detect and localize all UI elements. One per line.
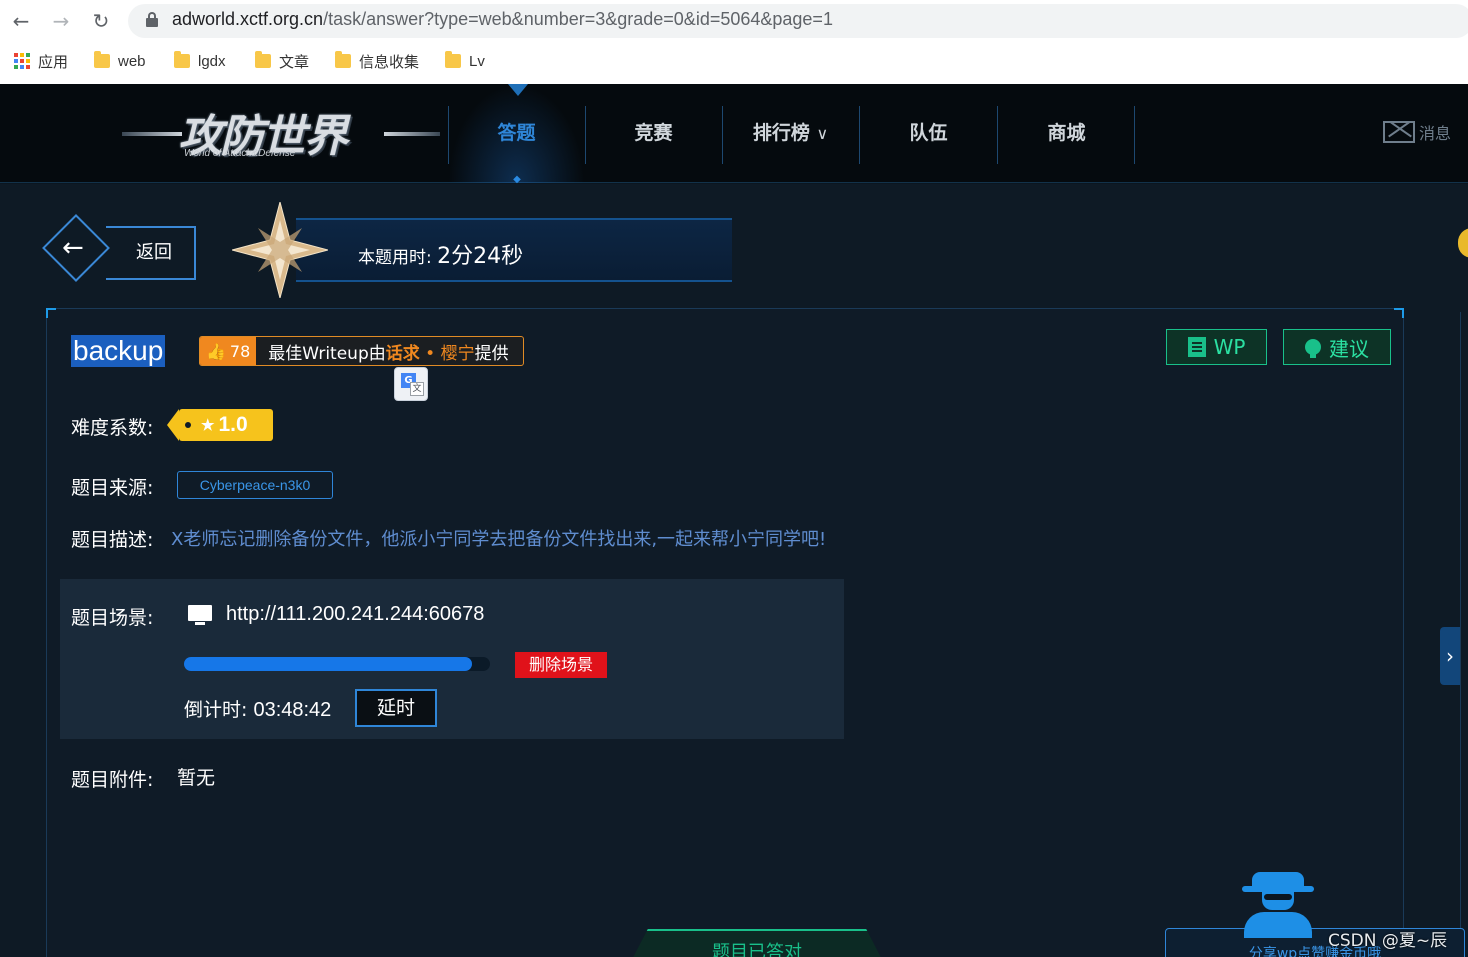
back-label: 返回	[136, 242, 172, 263]
logo-subtitle: World of Attack&Defense	[184, 148, 296, 159]
nav-label: 答题	[497, 122, 536, 144]
lightbulb-icon	[1305, 339, 1321, 358]
nav-competition[interactable]: 竞赛	[585, 84, 722, 183]
task-description: X老师忘记删除备份文件，他派小宁同学去把备份文件找出来,一起来帮小宁同学吧!	[171, 529, 827, 550]
delete-scene-button[interactable]: 删除场景	[515, 652, 607, 678]
writeup-dot: •	[419, 343, 441, 364]
url-host: adworld.xctf.org.cn	[172, 9, 324, 29]
site-logo[interactable]: 攻防世界 World of Attack&Defense	[122, 98, 442, 168]
source-label: 题目来源:	[71, 477, 154, 499]
bookmark-lgdx[interactable]: lgdx	[174, 50, 226, 72]
back-arrow-icon[interactable]: ←	[8, 8, 34, 34]
suggest-label: 建议	[1329, 336, 1369, 361]
nav-ranking[interactable]: 排行榜 ∨	[722, 84, 859, 183]
difficulty-label: 难度系数:	[71, 417, 154, 439]
task-title: backup	[71, 335, 166, 367]
back-button[interactable]: ← 返回	[42, 214, 196, 282]
scene-progress-bar	[184, 657, 490, 671]
address-url[interactable]: adworld.xctf.org.cn/task/answer?type=web…	[172, 9, 833, 30]
bookmark-label: lgdx	[198, 52, 226, 70]
scene-url-link[interactable]: http://111.200.241.244:60678	[226, 603, 484, 626]
csdn-watermark: CSDN @夏~辰	[1328, 931, 1448, 951]
main-area: ← 返回 本题用时: 2分24秒 backup 👍 78 最佳Writeup由话求…	[0, 184, 1468, 957]
nav-label: 队伍	[909, 122, 948, 144]
source-tag[interactable]: Cyberpeace-n3k0	[177, 471, 333, 499]
folder-icon	[335, 51, 351, 68]
writeup-author[interactable]: 樱宁	[441, 344, 475, 364]
nav-answer[interactable]: 答题	[448, 84, 585, 183]
wp-label: WP	[1213, 335, 1246, 359]
task-panel: backup 👍 78 最佳Writeup由话求 • 樱宁提供 G文 WP 建议 …	[46, 308, 1404, 957]
bookmark-label: 文章	[279, 53, 310, 71]
mail-icon	[1383, 121, 1415, 143]
likes-value: 78	[229, 341, 251, 361]
bookmark-web[interactable]: web	[94, 50, 146, 72]
browser-chrome: ← → ↻ adworld.xctf.org.cn/task/answer?ty…	[0, 0, 1468, 84]
difficulty-value: 1.0	[218, 413, 248, 436]
chevron-down-icon: ∨	[816, 124, 829, 143]
messages-label: 消息	[1419, 124, 1452, 143]
bookmark-label: 信息收集	[359, 53, 420, 71]
writeup-badge[interactable]: 👍 78 最佳Writeup由话求 • 樱宁提供	[199, 336, 524, 366]
writeup-prefix: 最佳Writeup由	[268, 343, 386, 364]
folder-icon	[445, 51, 461, 68]
writeup-text: 最佳Writeup由话求 • 樱宁提供	[268, 339, 508, 364]
folder-icon	[94, 51, 110, 68]
timer-text: 本题用时: 2分24秒	[358, 238, 523, 270]
bookmark-articles[interactable]: 文章	[255, 50, 309, 72]
suggest-button[interactable]: 建议	[1283, 329, 1391, 365]
writeup-suffix: 提供	[474, 343, 509, 364]
extend-button[interactable]: 延时	[355, 689, 437, 727]
site-header: 攻防世界 World of Attack&Defense 答题 ◆ 竞赛 排行榜…	[0, 84, 1468, 185]
side-panel-edge	[1460, 312, 1468, 957]
spy-mascot-icon	[1240, 872, 1316, 938]
scene-label: 题目场景:	[71, 607, 154, 629]
bookmark-lv[interactable]: Lv	[445, 50, 485, 72]
nav-label: 竞赛	[634, 122, 673, 144]
bookmark-info[interactable]: 信息收集	[335, 50, 419, 72]
difficulty-tag: ★ 1.0	[167, 409, 273, 441]
timer-value: 2分24秒	[437, 244, 524, 269]
forward-arrow-icon[interactable]: →	[48, 8, 74, 34]
lock-icon[interactable]	[146, 12, 158, 28]
scene-box: 题目场景: http://111.200.241.244:60678 删除场景 …	[60, 579, 844, 739]
nav-team[interactable]: 队伍	[860, 84, 997, 183]
nav-label: 排行榜	[752, 122, 810, 144]
scene-progress-fill	[184, 657, 472, 671]
attach-label: 题目附件:	[71, 769, 154, 791]
countdown-value: 03:48:42	[253, 699, 332, 721]
timer-label: 本题用时:	[358, 248, 432, 268]
arrow-left-icon: ←	[62, 233, 84, 263]
countdown: 倒计时: 03:48:42	[184, 695, 331, 722]
active-diamond-icon: ◆	[513, 174, 521, 185]
desc-label: 题目描述:	[71, 529, 154, 551]
translate-icon[interactable]: G文	[394, 367, 428, 401]
wp-button[interactable]: WP	[1166, 329, 1267, 365]
coin-icon	[1458, 228, 1468, 258]
chevron-right-icon[interactable]: ›	[1440, 627, 1460, 685]
folder-icon	[174, 51, 190, 68]
url-path: /task/answer?type=web&number=3&grade=0&i…	[323, 9, 833, 29]
nav-shop[interactable]: 商城	[998, 84, 1135, 183]
compass-star-icon	[232, 202, 328, 298]
reload-icon[interactable]: ↻	[88, 8, 114, 34]
likes-count[interactable]: 👍 78	[200, 337, 257, 365]
folder-icon	[255, 51, 271, 68]
bookmark-label: 应用	[38, 53, 69, 71]
nav-label: 商城	[1047, 122, 1086, 144]
writeup-team[interactable]: 话求	[386, 344, 420, 364]
messages-link[interactable]: 消息	[1383, 120, 1451, 144]
monitor-icon	[188, 605, 212, 625]
answered-banner: 题目已答对	[627, 929, 887, 957]
apps-grid-icon	[14, 53, 30, 69]
thumbs-up-icon: 👍	[206, 341, 226, 361]
bookmark-label: Lv	[469, 52, 485, 70]
bookmarks-bar: 应用 web lgdx 文章 信息收集 Lv	[0, 46, 1468, 76]
star-icon: ★	[201, 417, 215, 434]
attach-value: 暂无	[177, 767, 216, 789]
bookmark-apps[interactable]: 应用	[14, 50, 68, 72]
document-icon	[1187, 337, 1206, 357]
countdown-label: 倒计时:	[184, 699, 248, 721]
bookmark-label: web	[118, 52, 146, 70]
